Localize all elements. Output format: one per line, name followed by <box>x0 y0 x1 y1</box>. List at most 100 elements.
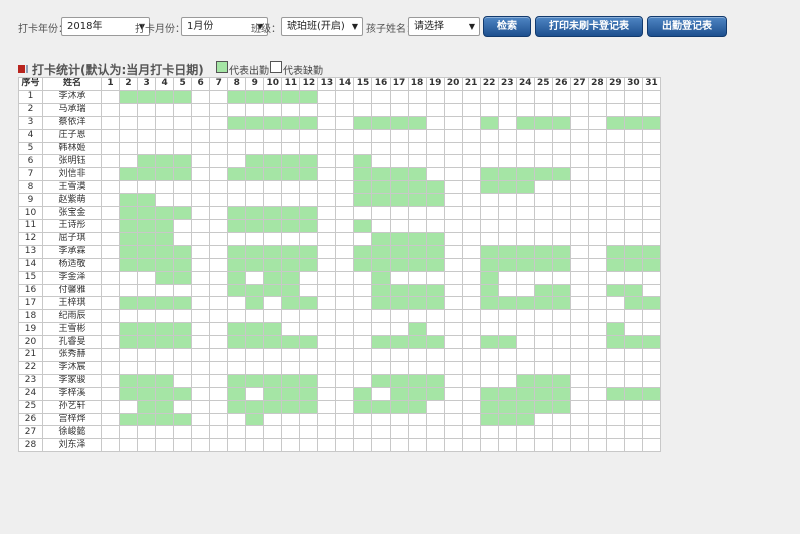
attendance-cell-present <box>227 244 247 259</box>
attendance-cell-present <box>245 283 265 298</box>
attendance-cell-present <box>227 89 247 104</box>
row-child-name: 张明钰 <box>42 154 102 169</box>
attendance-cell-absent <box>641 438 661 453</box>
attendance-cell-absent <box>209 425 229 440</box>
attendance-cell-absent <box>623 360 643 375</box>
attendance-cell-absent <box>479 231 499 246</box>
column-header-name: 姓名 <box>42 77 102 91</box>
attendance-cell-absent <box>587 425 607 440</box>
attendance-cell-absent <box>497 206 517 220</box>
attendance-cell-absent <box>569 270 589 285</box>
column-header-day: 26 <box>551 77 571 91</box>
attendance-cell-absent <box>137 180 157 195</box>
attendance-cell-absent <box>515 154 535 169</box>
table-row: 9 赵紫萌 <box>18 193 661 208</box>
attendance-cell-present <box>245 89 265 104</box>
attendance-cell-absent <box>227 180 247 195</box>
row-child-name: 付馨雅 <box>42 283 102 298</box>
attendance-cell-absent <box>371 154 391 169</box>
attendance-cell-absent <box>353 283 373 298</box>
attendance-cell-absent <box>587 89 607 104</box>
attendance-cell-absent <box>263 141 283 156</box>
attendance-cell-present <box>119 231 139 246</box>
attendance-cell-absent <box>461 231 481 246</box>
print-unswiped-button[interactable]: 打印未刷卡登记表 <box>535 16 643 37</box>
attendance-cell-present <box>263 283 283 298</box>
attendance-cell-absent <box>407 141 427 156</box>
attendance-cell-absent <box>299 128 319 143</box>
attendance-cell-absent <box>209 167 229 182</box>
attendance-cell-absent <box>515 322 535 337</box>
attendance-cell-absent <box>587 386 607 401</box>
attendance-cell-present <box>263 218 283 233</box>
attendance-cell-present <box>245 296 265 311</box>
attendance-cell-present <box>371 399 391 414</box>
attendance-cell-present <box>155 257 175 272</box>
attendance-cell-present <box>119 296 139 311</box>
attendance-register-button[interactable]: 出勤登记表 <box>647 16 727 37</box>
attendance-cell-absent <box>425 309 445 324</box>
table-row: 12 屈子琪 <box>18 231 661 246</box>
attendance-cell-absent <box>533 154 553 169</box>
attendance-cell-absent <box>641 309 661 324</box>
attendance-cell-absent <box>569 322 589 337</box>
attendance-cell-absent <box>587 218 607 233</box>
table-row: 26 宫梓烨 <box>18 412 661 427</box>
attendance-cell-absent <box>497 102 517 117</box>
row-index: 18 <box>18 309 43 324</box>
class-select[interactable]: 琥珀班(开启) ▼ <box>281 17 363 36</box>
attendance-cell-absent <box>443 128 463 143</box>
attendance-cell-absent <box>263 438 283 453</box>
attendance-cell-present <box>533 167 553 182</box>
attendance-cell-present <box>533 386 553 401</box>
attendance-cell-present <box>173 244 193 259</box>
attendance-cell-absent <box>605 102 625 117</box>
attendance-cell-absent <box>497 425 517 440</box>
attendance-cell-present <box>263 257 283 272</box>
row-index: 13 <box>18 244 43 259</box>
attendance-cell-absent <box>281 309 301 324</box>
attendance-cell-present <box>263 167 283 182</box>
attendance-cell-absent <box>281 425 301 440</box>
attendance-cell-absent <box>551 141 571 156</box>
attendance-cell-absent <box>317 412 337 427</box>
attendance-cell-present <box>263 399 283 414</box>
column-header-day: 13 <box>317 77 337 91</box>
attendance-cell-absent <box>551 309 571 324</box>
column-header-day: 5 <box>173 77 193 91</box>
attendance-cell-absent <box>443 218 463 233</box>
attendance-cell-present <box>227 115 247 130</box>
attendance-cell-present <box>263 89 283 104</box>
attendance-cell-absent <box>317 348 337 362</box>
attendance-cell-present <box>155 335 175 350</box>
attendance-cell-absent <box>461 206 481 220</box>
attendance-cell-absent <box>569 335 589 350</box>
attendance-cell-present <box>551 283 571 298</box>
attendance-cell-absent <box>173 309 193 324</box>
attendance-cell-absent <box>533 206 553 220</box>
attendance-cell-absent <box>299 425 319 440</box>
attendance-cell-present <box>155 89 175 104</box>
attendance-cell-present <box>353 154 373 169</box>
attendance-cell-present <box>641 244 661 259</box>
attendance-cell-present <box>623 296 643 311</box>
attendance-cell-absent <box>263 193 283 208</box>
attendance-cell-present <box>299 335 319 350</box>
attendance-cell-present <box>173 154 193 169</box>
attendance-cell-present <box>389 399 409 414</box>
attendance-cell-absent <box>569 386 589 401</box>
attendance-cell-absent <box>479 438 499 453</box>
attendance-cell-present <box>299 167 319 182</box>
attendance-cell-absent <box>100 89 121 104</box>
search-button[interactable]: 检索 <box>483 16 531 37</box>
child-select[interactable]: 请选择 ▼ <box>408 17 480 36</box>
attendance-cell-absent <box>461 193 481 208</box>
attendance-cell-absent <box>425 399 445 414</box>
attendance-cell-present <box>407 283 427 298</box>
attendance-cell-present <box>119 335 139 350</box>
attendance-cell-absent <box>425 115 445 130</box>
attendance-cell-absent <box>263 180 283 195</box>
attendance-cell-absent <box>389 322 409 337</box>
attendance-cell-present <box>371 373 391 388</box>
attendance-cell-absent <box>569 244 589 259</box>
